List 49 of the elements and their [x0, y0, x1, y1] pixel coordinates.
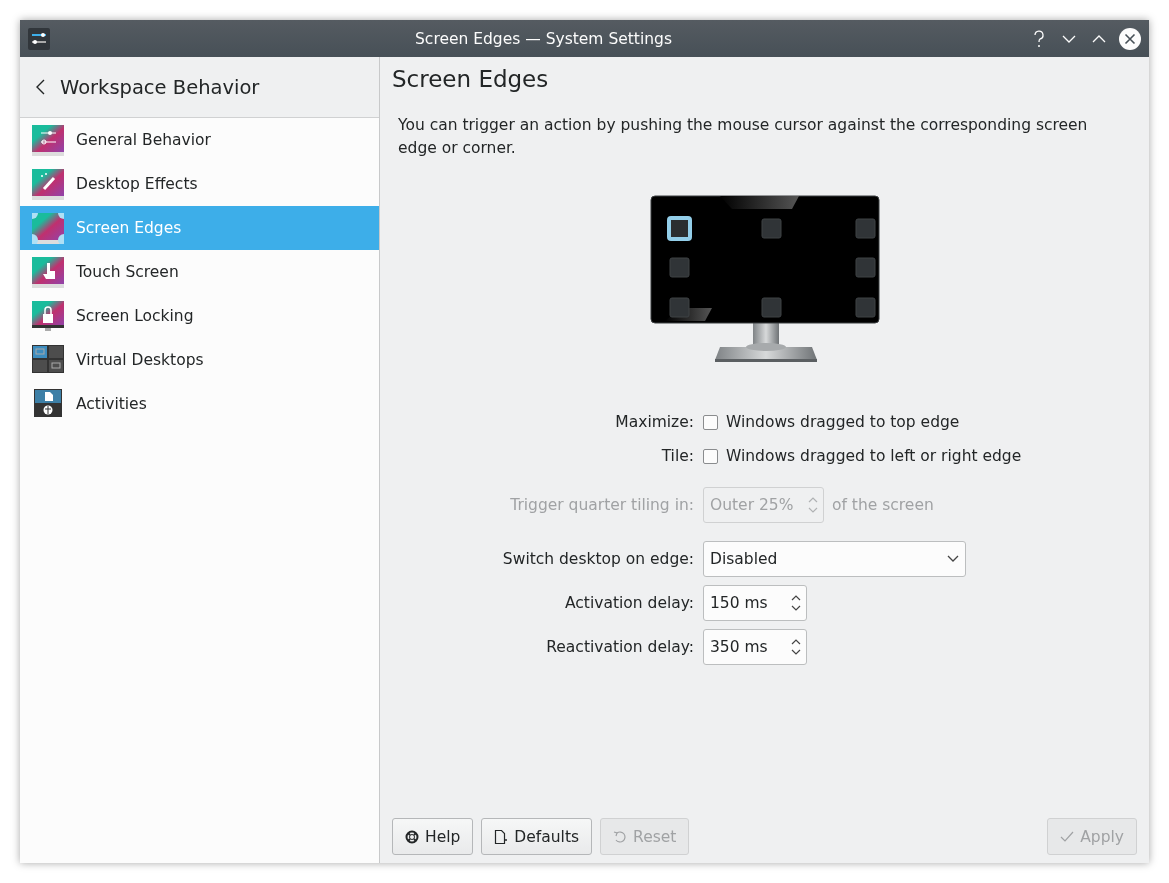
- edge-marker[interactable]: [761, 218, 781, 239]
- section-title: Workspace Behavior: [60, 75, 260, 99]
- checkbox[interactable]: [703, 448, 718, 464]
- sidebar-item[interactable]: Screen Locking: [20, 294, 379, 338]
- dropdown[interactable]: Disabled: [703, 541, 966, 577]
- page-title: Screen Edges: [392, 66, 550, 92]
- document-globe-icon: [32, 388, 64, 420]
- desktop-grid-icon: [32, 344, 64, 376]
- spin-arrows-icon[interactable]: [790, 593, 802, 613]
- dialog-button[interactable]: Help: [392, 818, 474, 855]
- spin-arrows-icon[interactable]: [790, 637, 802, 657]
- close-icon[interactable]: [1119, 27, 1141, 50]
- padlock-icon: [32, 300, 64, 332]
- checkmark-icon: [1060, 830, 1075, 843]
- field-label: Switch desktop on edge:: [501, 550, 694, 568]
- wand-icon: [32, 168, 64, 200]
- sliders-icon: [32, 124, 64, 156]
- edge-marker[interactable]: [855, 218, 875, 239]
- sidebar-item[interactable]: Desktop Effects: [20, 162, 379, 206]
- edge-marker[interactable]: [669, 257, 689, 278]
- sidebar-item[interactable]: Activities: [20, 382, 379, 426]
- sidebar-item[interactable]: Touch Screen: [20, 250, 379, 294]
- field-label: Tile:: [660, 447, 694, 465]
- checkbox-label: Windows dragged to top edge: [726, 413, 960, 431]
- undo-icon: [613, 829, 628, 844]
- sidebar-item[interactable]: General Behavior: [20, 118, 379, 162]
- field-label: Activation delay:: [564, 594, 694, 612]
- field-label: Maximize:: [614, 413, 694, 431]
- field-label: Trigger quarter tiling in:: [509, 496, 694, 514]
- lifebuoy-icon: [405, 829, 419, 844]
- edge-marker[interactable]: [669, 297, 689, 318]
- spin-box[interactable]: 150 ms: [703, 585, 807, 621]
- description-text: You can trigger an action by pushing the mouse cursor against the corresponding screen edge or corner.: [398, 115, 1089, 159]
- suffix-text: of the screen: [832, 496, 934, 514]
- app-icon[interactable]: [28, 27, 50, 50]
- checkbox[interactable]: [703, 414, 718, 430]
- spin-box[interactable]: 350 ms: [703, 629, 807, 665]
- edge-marker[interactable]: [761, 297, 781, 318]
- field-label: Reactivation delay:: [545, 638, 694, 656]
- document-icon: [494, 828, 509, 845]
- screen-corners-icon: [32, 212, 64, 244]
- chevron-down-icon: [947, 555, 959, 563]
- edge-marker[interactable]: [855, 257, 875, 278]
- edge-marker[interactable]: [855, 297, 875, 318]
- dialog-button[interactable]: Defaults: [481, 818, 593, 855]
- sidebar-item[interactable]: Virtual Desktops: [20, 338, 379, 382]
- checkbox-label: Windows dragged to left or right edge: [726, 447, 1022, 465]
- window-title: Screen Edges — System Settings: [414, 29, 673, 48]
- hand-icon: [32, 256, 64, 288]
